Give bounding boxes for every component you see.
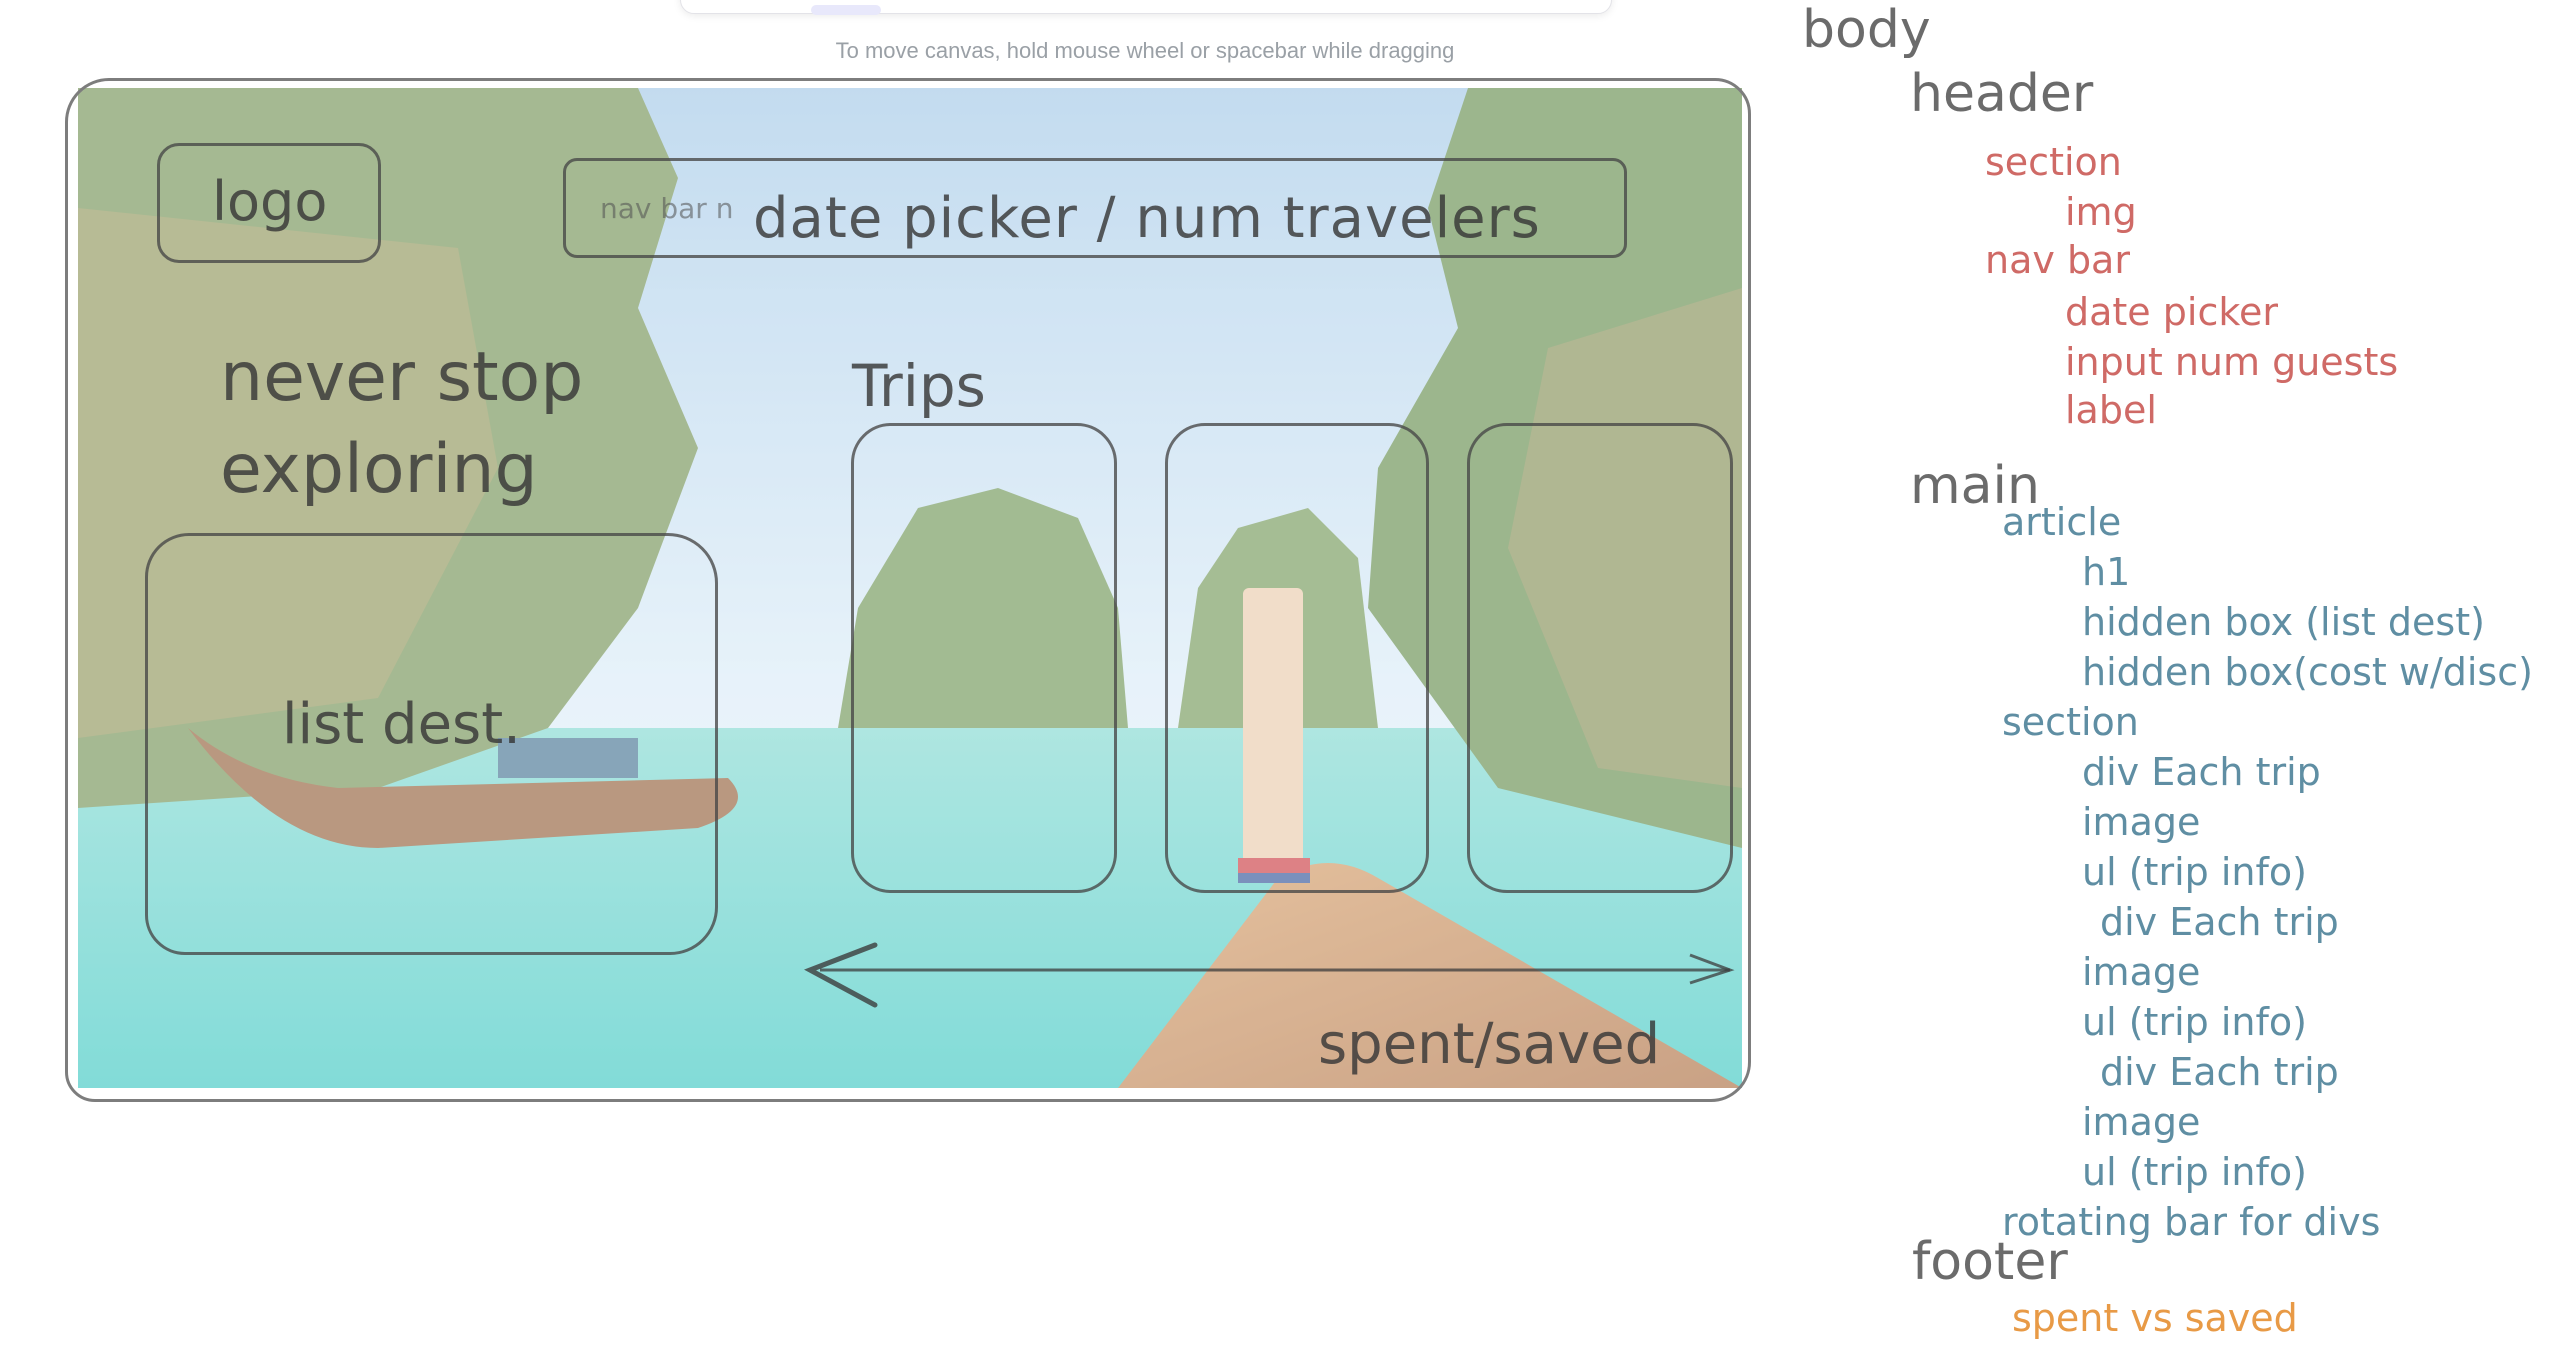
spent-saved-label: spent/saved — [1318, 1012, 1661, 1077]
toolbar-active-tool[interactable] — [811, 5, 881, 15]
outline-trip1-ul[interactable]: ul (trip info) — [2082, 850, 2307, 894]
outline-body[interactable]: body — [1802, 0, 1931, 60]
nav-bar-label: nav bar n — [600, 192, 734, 225]
outline-h1[interactable]: h1 — [2082, 550, 2130, 594]
outline-trip3-image[interactable]: image — [2082, 1100, 2200, 1144]
canvas-hint: To move canvas, hold mouse wheel or spac… — [835, 38, 1455, 63]
outline-date-picker[interactable]: date picker — [2065, 290, 2278, 334]
trip-card[interactable] — [1165, 423, 1429, 893]
outline-main-section[interactable]: section — [2002, 700, 2139, 744]
headline-line-2: exploring — [220, 430, 538, 509]
outline-trip1-image[interactable]: image — [2082, 800, 2200, 844]
outline-trip3-div[interactable]: div Each trip — [2100, 1050, 2339, 1094]
outline-header-section[interactable]: section — [1985, 140, 2122, 184]
outline-nav-bar[interactable]: nav bar — [1985, 238, 2130, 282]
outline-img[interactable]: img — [2065, 190, 2137, 234]
outline-spent-vs-saved[interactable]: spent vs saved — [2012, 1296, 2298, 1340]
outline-header[interactable]: header — [1910, 64, 2093, 124]
headline-line-1: never stop — [220, 338, 584, 417]
outline-label[interactable]: label — [2065, 388, 2157, 432]
outline-hidden-list[interactable]: hidden box (list dest) — [2082, 600, 2485, 644]
top-toolbar[interactable] — [680, 0, 1612, 15]
outline-trip2-div[interactable]: div Each trip — [2100, 900, 2339, 944]
trip-card[interactable] — [851, 423, 1117, 893]
outline-trip2-image[interactable]: image — [2082, 950, 2200, 994]
date-picker-label: date picker / num travelers — [753, 186, 1541, 251]
outline-article[interactable]: article — [2002, 500, 2121, 544]
logo-label: logo — [212, 170, 328, 233]
headline: never stop exploring — [220, 332, 583, 516]
outline-hidden-cost[interactable]: hidden box(cost w/disc) — [2082, 650, 2533, 694]
outline-footer[interactable]: footer — [1912, 1232, 2068, 1292]
outline-trip2-ul[interactable]: ul (trip info) — [2082, 1000, 2307, 1044]
outline-trip3-ul[interactable]: ul (trip info) — [2082, 1150, 2307, 1194]
list-dest-label: list dest. — [282, 692, 521, 757]
scroll-arrow-icon — [804, 942, 1735, 1008]
outline-trip1-div[interactable]: div Each trip — [2082, 750, 2321, 794]
outline-input-guests[interactable]: input num guests — [2065, 340, 2398, 384]
trips-title: Trips — [852, 352, 986, 420]
trip-card[interactable] — [1467, 423, 1733, 893]
